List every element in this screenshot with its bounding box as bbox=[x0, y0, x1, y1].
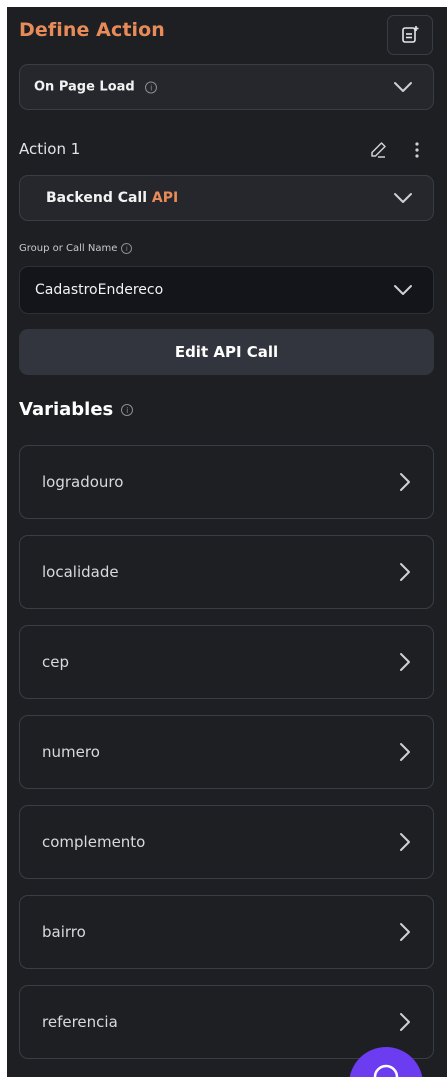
trigger-label: On Page Load bbox=[34, 79, 135, 95]
chevron-right-icon bbox=[400, 833, 410, 851]
call-name-dropdown[interactable]: CadastroEndereco bbox=[19, 266, 434, 314]
define-action-panel: Define Action On Page Load i Action 1 Ba… bbox=[7, 7, 447, 1077]
edit-api-call-button[interactable]: Edit API Call bbox=[19, 329, 434, 375]
variable-label: bairro bbox=[42, 923, 86, 941]
chevron-right-icon bbox=[400, 653, 410, 671]
add-note-button[interactable] bbox=[387, 15, 433, 55]
variable-row-numero[interactable]: numero bbox=[19, 715, 434, 789]
action-type-label: Backend Call bbox=[46, 190, 148, 206]
action-type-content: Backend Call API bbox=[46, 190, 178, 206]
chat-bubble-icon bbox=[373, 1064, 399, 1077]
variable-label: numero bbox=[42, 743, 100, 761]
action-label: Action 1 bbox=[19, 140, 81, 158]
group-call-name-text: Group or Call Name bbox=[19, 243, 118, 254]
chevron-right-icon bbox=[400, 743, 410, 761]
selected-call-name: CadastroEndereco bbox=[35, 282, 164, 298]
chevron-right-icon bbox=[400, 473, 410, 491]
variable-row-logradouro[interactable]: logradouro bbox=[19, 445, 434, 519]
trigger-dropdown[interactable]: On Page Load i bbox=[19, 64, 434, 110]
variable-label: complemento bbox=[42, 833, 146, 851]
variable-row-complemento[interactable]: complemento bbox=[19, 805, 434, 879]
edit-pencil-icon[interactable] bbox=[367, 139, 389, 161]
info-icon[interactable]: i bbox=[121, 403, 134, 416]
variable-row-cep[interactable]: cep bbox=[19, 625, 434, 699]
variable-label: logradouro bbox=[42, 473, 124, 491]
group-call-name-label: Group or Call Name i bbox=[19, 243, 133, 254]
chevron-right-icon bbox=[400, 563, 410, 581]
chevron-down-icon bbox=[394, 285, 412, 295]
variable-label: localidade bbox=[42, 563, 119, 581]
info-icon[interactable]: i bbox=[121, 243, 133, 254]
chevron-down-icon bbox=[394, 82, 412, 92]
variable-label: cep bbox=[42, 653, 69, 671]
chevron-right-icon bbox=[400, 1013, 410, 1031]
variables-heading: Variables i bbox=[19, 399, 134, 420]
variable-row-referencia[interactable]: referencia bbox=[19, 985, 434, 1059]
variable-label: referencia bbox=[42, 1013, 118, 1031]
info-icon[interactable]: i bbox=[145, 81, 158, 94]
api-tag: API bbox=[151, 190, 179, 206]
variable-row-bairro[interactable]: bairro bbox=[19, 895, 434, 969]
action-type-dropdown[interactable]: Backend Call API bbox=[19, 175, 434, 221]
variable-row-localidade[interactable]: localidade bbox=[19, 535, 434, 609]
add-note-icon bbox=[402, 26, 419, 43]
chevron-down-icon bbox=[394, 193, 412, 203]
variables-heading-text: Variables bbox=[19, 399, 114, 420]
trigger-dropdown-content: On Page Load i bbox=[34, 79, 158, 95]
more-vertical-icon[interactable] bbox=[412, 139, 422, 161]
chevron-right-icon bbox=[400, 923, 410, 941]
panel-title: Define Action bbox=[19, 19, 165, 41]
